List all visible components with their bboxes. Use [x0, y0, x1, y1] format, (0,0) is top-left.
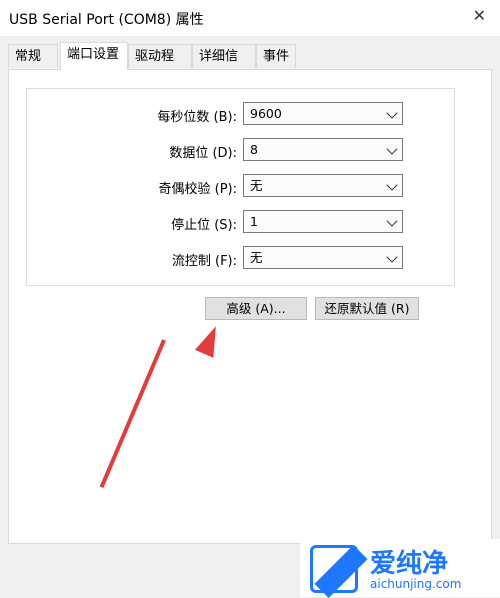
watermark: 爱纯净 aichunjing.com [300, 539, 500, 597]
data-bits-value: 8 [250, 142, 258, 157]
chevron-down-icon [386, 215, 398, 227]
watermark-logo-icon [310, 545, 358, 593]
bits-per-second-label: 每秒位数 (B): [157, 110, 237, 125]
tab-events[interactable]: 事件 [256, 44, 296, 68]
bits-per-second-value: 9600 [250, 106, 282, 121]
tab-general[interactable]: 常规 [8, 44, 58, 68]
title-bar: USB Serial Port (COM8) 属性 ✕ [0, 0, 500, 36]
settings-groupbox: 每秒位数 (B): 9600 数据位 (D): 8 奇偶校验 (P): 无 停止… [26, 88, 455, 286]
flow-control-select[interactable]: 无 [243, 246, 403, 269]
parity-label: 奇偶校验 (P): [158, 182, 238, 197]
stop-bits-select[interactable]: 1 [243, 210, 403, 233]
restore-defaults-button[interactable]: 还原默认值 (R) [315, 297, 419, 320]
chevron-down-icon [386, 251, 398, 263]
tab-panel: 每秒位数 (B): 9600 数据位 (D): 8 奇偶校验 (P): 无 停止… [8, 69, 492, 544]
chevron-down-icon [386, 179, 398, 191]
bits-per-second-select[interactable]: 9600 [243, 102, 403, 125]
chevron-down-icon [386, 143, 398, 155]
data-bits-select[interactable]: 8 [243, 138, 403, 161]
window-title: USB Serial Port (COM8) 属性 [9, 12, 204, 28]
data-bits-label: 数据位 (D): [169, 146, 237, 161]
watermark-text-cn: 爱纯净 [370, 549, 449, 579]
parity-select[interactable]: 无 [243, 174, 403, 197]
chevron-down-icon [386, 107, 398, 119]
flow-control-value: 无 [250, 250, 263, 265]
advanced-button[interactable]: 高级 (A)... [205, 297, 307, 320]
flow-control-label: 流控制 (F): [171, 254, 237, 269]
close-icon[interactable]: ✕ [473, 6, 486, 25]
stop-bits-label: 停止位 (S): [171, 218, 237, 233]
tab-driver[interactable]: 驱动程序 [128, 44, 192, 88]
tab-port-settings[interactable]: 端口设置 [60, 42, 128, 70]
parity-value: 无 [250, 178, 263, 193]
watermark-text-en: aichunjing.com [370, 577, 462, 591]
stop-bits-value: 1 [250, 214, 258, 229]
tab-details[interactable]: 详细信息 [192, 44, 256, 88]
